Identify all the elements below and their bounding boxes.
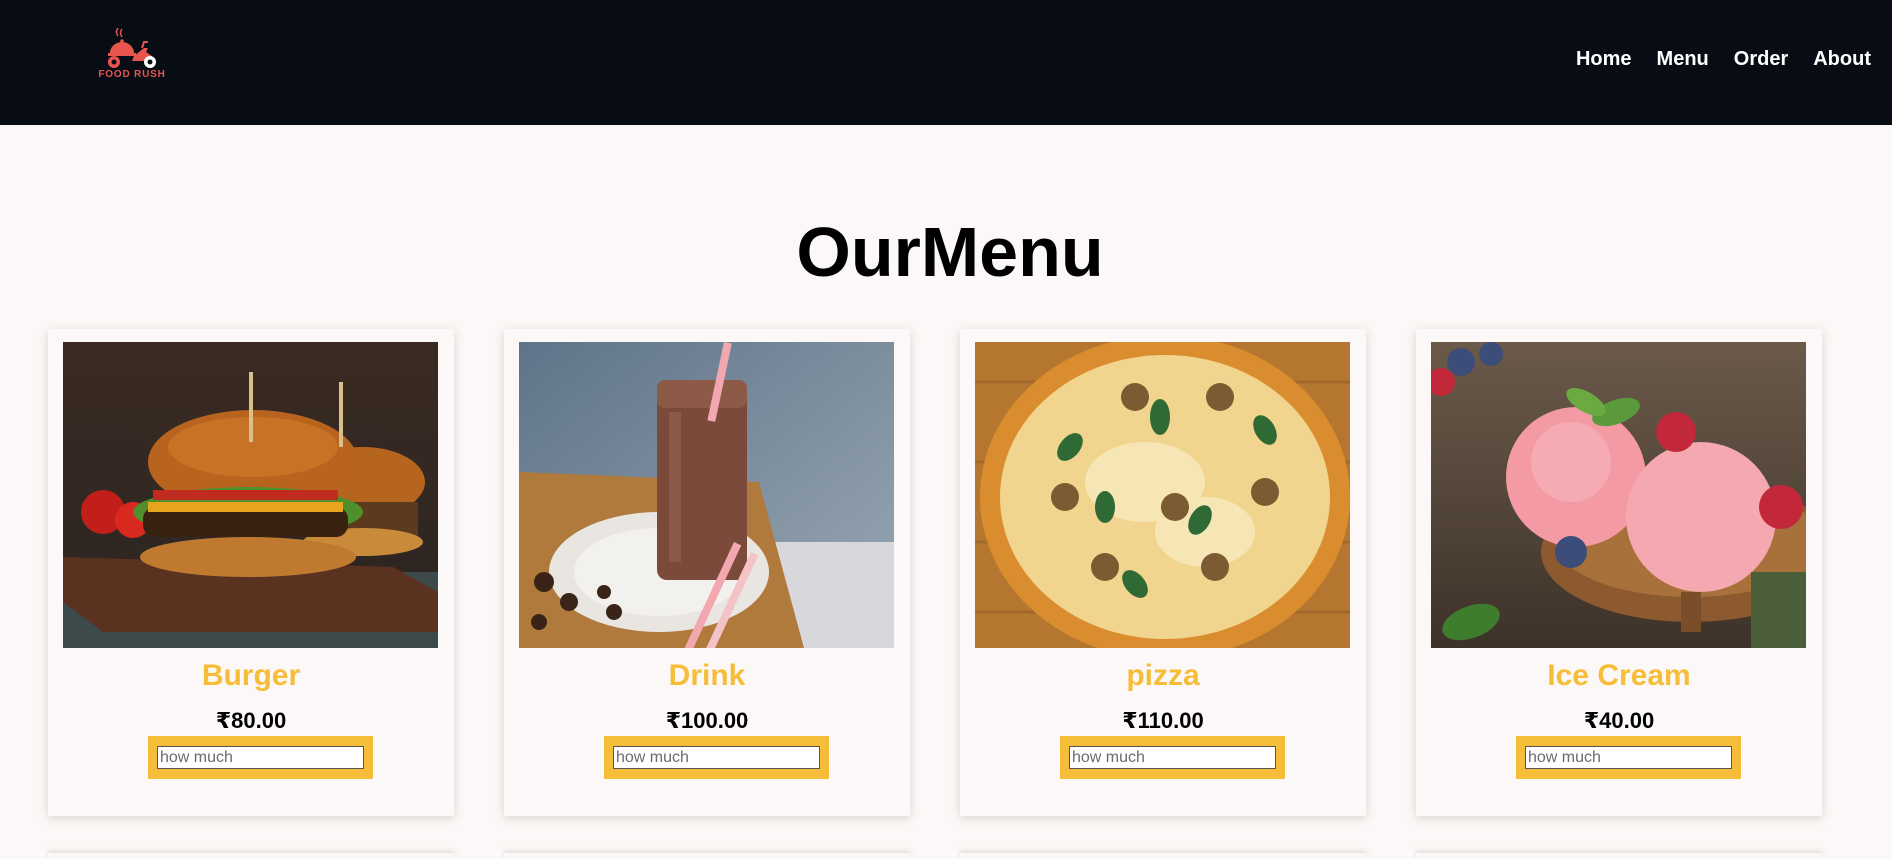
menu-item-name: pizza [1126, 659, 1200, 692]
menu-item-name: Burger [201, 659, 301, 692]
next-row-card-edge [504, 853, 910, 859]
menu-cards: Burger ₹80.00 how much Drink ₹100.00 how… [48, 329, 1822, 816]
quantity-input[interactable] [613, 746, 820, 769]
quantity-input[interactable] [1525, 746, 1732, 769]
nav-menu-link[interactable]: Menu [1657, 48, 1709, 71]
scooter-delivery-icon [108, 27, 156, 68]
menu-card-pizza: pizza ₹110.00 [960, 329, 1366, 816]
menu-item-price: ₹40.00 [1583, 708, 1655, 733]
menu-card-burger: Burger ₹80.00 [48, 329, 454, 816]
quantity-field-wrapper [1516, 736, 1741, 779]
quantity-input[interactable] [1069, 746, 1276, 769]
burger-photo [63, 342, 438, 648]
brand-name: FOOD RUSH [98, 69, 166, 80]
menu-item-price: ₹80.00 [215, 708, 287, 733]
nav-about-link[interactable]: About [1813, 48, 1871, 71]
quantity-field-wrapper [604, 736, 829, 779]
menu-item-name: Drink [668, 659, 746, 692]
menu-item-price: ₹110.00 [1122, 708, 1204, 733]
menu-item-price: ₹100.00 [665, 708, 749, 733]
main-nav: Home Menu Order About [1576, 48, 1871, 71]
brand-logo[interactable]: FOOD RUSH [92, 27, 172, 84]
chocolate-drink-photo [519, 342, 894, 648]
quantity-field-wrapper [148, 736, 373, 779]
next-row-card-edge [960, 853, 1366, 859]
next-row-card-edge [48, 853, 454, 859]
menu-item-name: Ice Cream [1547, 659, 1691, 692]
ice-cream-photo [1431, 342, 1806, 648]
pizza-photo [975, 342, 1350, 648]
menu-card-ice-cream: Ice Cream ₹40.00 [1416, 329, 1822, 816]
navbar: FOOD RUSH Home Menu Order About [0, 0, 1892, 125]
menu-section-title: OurMenu [796, 213, 1104, 291]
nav-home-link[interactable]: Home [1576, 48, 1632, 71]
quantity-field-wrapper [1060, 736, 1285, 779]
menu-card-drink: Drink ₹100.00 [504, 329, 910, 816]
quantity-input[interactable] [157, 746, 364, 769]
next-row-card-edge [1416, 853, 1822, 859]
nav-order-link[interactable]: Order [1734, 48, 1788, 71]
